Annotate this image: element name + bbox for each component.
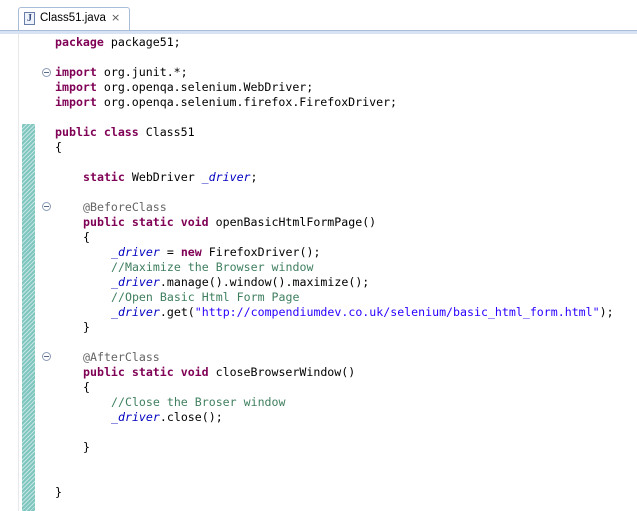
code-line: //Close the Broser window	[111, 395, 286, 409]
code-line: _driver.close();	[111, 410, 223, 424]
fold-toggle-icon[interactable]	[42, 352, 51, 361]
code-text[interactable]: package package51; import org.junit.*; i…	[55, 34, 635, 499]
code-line: @BeforeClass	[83, 200, 167, 214]
code-line: {	[55, 140, 62, 154]
code-line: }	[83, 440, 90, 454]
vertical-ruler	[0, 34, 19, 511]
code-line: import org.openqa.selenium.firefox.Firef…	[55, 95, 398, 109]
code-line: public static void closeBrowserWindow()	[83, 365, 356, 379]
code-line: import org.junit.*;	[55, 65, 188, 79]
code-line: import org.openqa.selenium.WebDriver;	[55, 80, 314, 94]
close-icon[interactable]: ×	[111, 12, 122, 23]
change-marker-strip	[22, 124, 35, 511]
code-line: package package51;	[55, 35, 181, 49]
code-editor[interactable]: package package51; import org.junit.*; i…	[0, 34, 637, 511]
java-file-icon: J	[24, 12, 35, 25]
code-line: _driver.get("http://compendiumdev.co.uk/…	[111, 305, 614, 319]
code-line: static WebDriver _driver;	[83, 170, 258, 184]
editor-tab-class51[interactable]: J Class51.java ×	[18, 7, 130, 30]
code-line: }	[83, 320, 90, 334]
code-line: {	[83, 230, 90, 244]
code-line: @AfterClass	[83, 350, 160, 364]
fold-toggle-icon[interactable]	[42, 202, 51, 211]
code-line: public static void openBasicHtmlFormPage…	[83, 215, 377, 229]
code-line: }	[55, 485, 62, 499]
code-line: //Open Basic Html Form Page	[111, 290, 300, 304]
tab-title: Class51.java	[40, 12, 106, 24]
code-line: public class Class51	[55, 125, 195, 139]
code-line: _driver.manage().window().maximize();	[111, 275, 370, 289]
fold-toggle-icon[interactable]	[42, 68, 51, 77]
code-line: {	[83, 380, 90, 394]
code-line: //Maximize the Browser window	[111, 260, 314, 274]
editor-tab-bar: J Class51.java ×	[0, 0, 637, 30]
code-line: _driver = new FirefoxDriver();	[111, 245, 321, 259]
